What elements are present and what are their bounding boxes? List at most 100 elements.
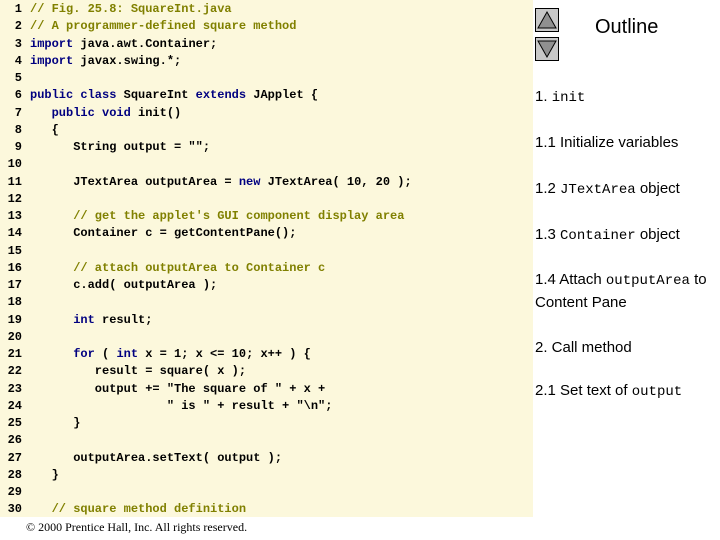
code-line: 29	[0, 484, 533, 501]
code-text: }	[30, 467, 59, 484]
code-text: c.add( outputArea );	[30, 277, 217, 294]
code-line: 8 {	[0, 122, 533, 139]
code-line: 14 Container c = getContentPane();	[0, 225, 533, 242]
code-text: Container c = getContentPane();	[30, 225, 296, 242]
line-number: 17	[7, 278, 22, 292]
code-text: outputArea.setText( output );	[30, 450, 282, 467]
code-text: }	[30, 415, 80, 432]
line-number: 9	[14, 140, 22, 154]
code-line: 17 c.add( outputArea );	[0, 277, 533, 294]
code-token: (	[94, 347, 117, 361]
code-text: // Fig. 25.8: SquareInt.java	[30, 1, 232, 18]
outline-text: object	[635, 180, 680, 197]
code-token: init()	[130, 105, 182, 120]
line-number: 3	[14, 36, 22, 51]
code-line: 21 for ( int x = 1; x <= 10; x++ ) {	[0, 346, 533, 363]
code-line: 11 JTextArea outputArea = new JTextArea(…	[0, 174, 533, 191]
code-comment: // square method definition	[30, 502, 247, 517]
code-line: 3 import java.awt.Container;	[0, 36, 533, 53]
code-text: // attach outputArea to Container c	[30, 260, 325, 277]
code-text: // get the applet's GUI component displa…	[30, 208, 404, 225]
outline-text: 2. Call method	[535, 339, 632, 356]
outline-item: 1.2 JTextArea object	[535, 178, 717, 201]
code-keyword: int	[116, 347, 139, 361]
outline-text: 1.2	[535, 180, 561, 197]
code-token: x = 1; x <= 10; x++ ) {	[138, 347, 311, 361]
code-line: 28 }	[0, 467, 533, 484]
code-line: 10	[0, 156, 533, 173]
outline-item: 1.4 Attach outputArea to Content Pane	[535, 269, 717, 313]
line-number: 16	[7, 260, 22, 275]
code-token: " is " + result + "\n";	[30, 398, 333, 413]
code-line: 20	[0, 329, 533, 346]
code-keyword: import	[30, 36, 74, 51]
code-text: JTextArea outputArea = new JTextArea( 10…	[30, 174, 411, 191]
previous-slide-button[interactable]	[535, 8, 559, 32]
code-text: String output = "";	[30, 139, 210, 156]
line-number: 15	[7, 243, 22, 258]
line-number: 13	[7, 209, 22, 223]
code-line: 18	[0, 294, 533, 311]
code-line: 27 outputArea.setText( output );	[0, 450, 533, 467]
copyright-notice: © 2000 Prentice Hall, Inc. All rights re…	[26, 520, 248, 534]
code-text: int result;	[30, 312, 152, 329]
outline-text: 1.1 Initialize variables	[535, 134, 679, 151]
outline-text: 1.	[535, 88, 552, 105]
code-text: {	[30, 122, 59, 139]
code-line: 22 result = square( x );	[0, 363, 533, 380]
outline-text: 2.1 Set text of	[535, 382, 632, 399]
code-text: import javax.swing.*;	[30, 53, 181, 70]
code-token: javax.swing.*;	[73, 53, 182, 68]
code-comment: // get the applet's GUI component displa…	[30, 209, 405, 223]
code-line: 5	[0, 70, 533, 87]
line-number: 8	[14, 122, 22, 137]
line-number: 25	[7, 416, 22, 430]
code-token: }	[30, 467, 59, 482]
line-number: 6	[14, 88, 22, 103]
code-line: 12	[0, 191, 533, 208]
code-line: 30 // square method definition	[0, 501, 533, 518]
code-line: 9 String output = "";	[0, 139, 533, 156]
line-number: 7	[14, 105, 22, 120]
code-token: output += "The square of " + x +	[30, 381, 326, 396]
line-number: 28	[7, 467, 22, 482]
line-number: 29	[7, 485, 22, 499]
code-text: import java.awt.Container;	[30, 36, 217, 53]
outline-text: 1.3	[535, 226, 561, 243]
triangle-down-icon	[537, 40, 557, 59]
code-line: 26	[0, 432, 533, 449]
code-keyword: int	[73, 312, 95, 327]
code-line: 25 }	[0, 415, 533, 432]
code-text: " is " + result + "\n";	[30, 398, 333, 415]
code-token: Container c = getContentPane();	[30, 226, 297, 241]
code-token: result = square( x );	[30, 364, 247, 379]
code-line: 23 output += "The square of " + x +	[0, 381, 533, 398]
line-number: 5	[14, 71, 22, 85]
outline-code-term: JTextArea	[560, 182, 636, 198]
outline-item: 2.1 Set text of output	[535, 380, 717, 403]
line-number: 27	[7, 450, 22, 465]
line-number: 10	[7, 157, 22, 172]
code-line: 2 // A programmer-defined square method	[0, 18, 533, 35]
code-line: 16 // attach outputArea to Container c	[0, 260, 533, 277]
code-text: // A programmer-defined square method	[30, 18, 296, 35]
code-token: JApplet {	[246, 88, 319, 103]
code-token: c.add( outputArea );	[30, 278, 218, 292]
code-keyword: extends	[195, 88, 247, 103]
code-token: JTextArea outputArea =	[30, 174, 239, 189]
code-line: 1 // Fig. 25.8: SquareInt.java	[0, 1, 533, 18]
code-line: 19 int result;	[0, 312, 533, 329]
code-keyword: public void	[51, 105, 131, 120]
outline-code-term: output	[631, 384, 683, 400]
next-slide-button[interactable]	[535, 37, 559, 61]
line-number: 30	[7, 502, 22, 517]
outline-code-term: init	[551, 90, 586, 106]
code-keyword: new	[238, 174, 261, 189]
outline-item: 1. init	[535, 86, 717, 109]
line-number: 21	[7, 347, 22, 361]
code-keyword: public class	[30, 88, 117, 103]
code-line: 4 import javax.swing.*;	[0, 53, 533, 70]
line-number: 24	[7, 398, 22, 413]
